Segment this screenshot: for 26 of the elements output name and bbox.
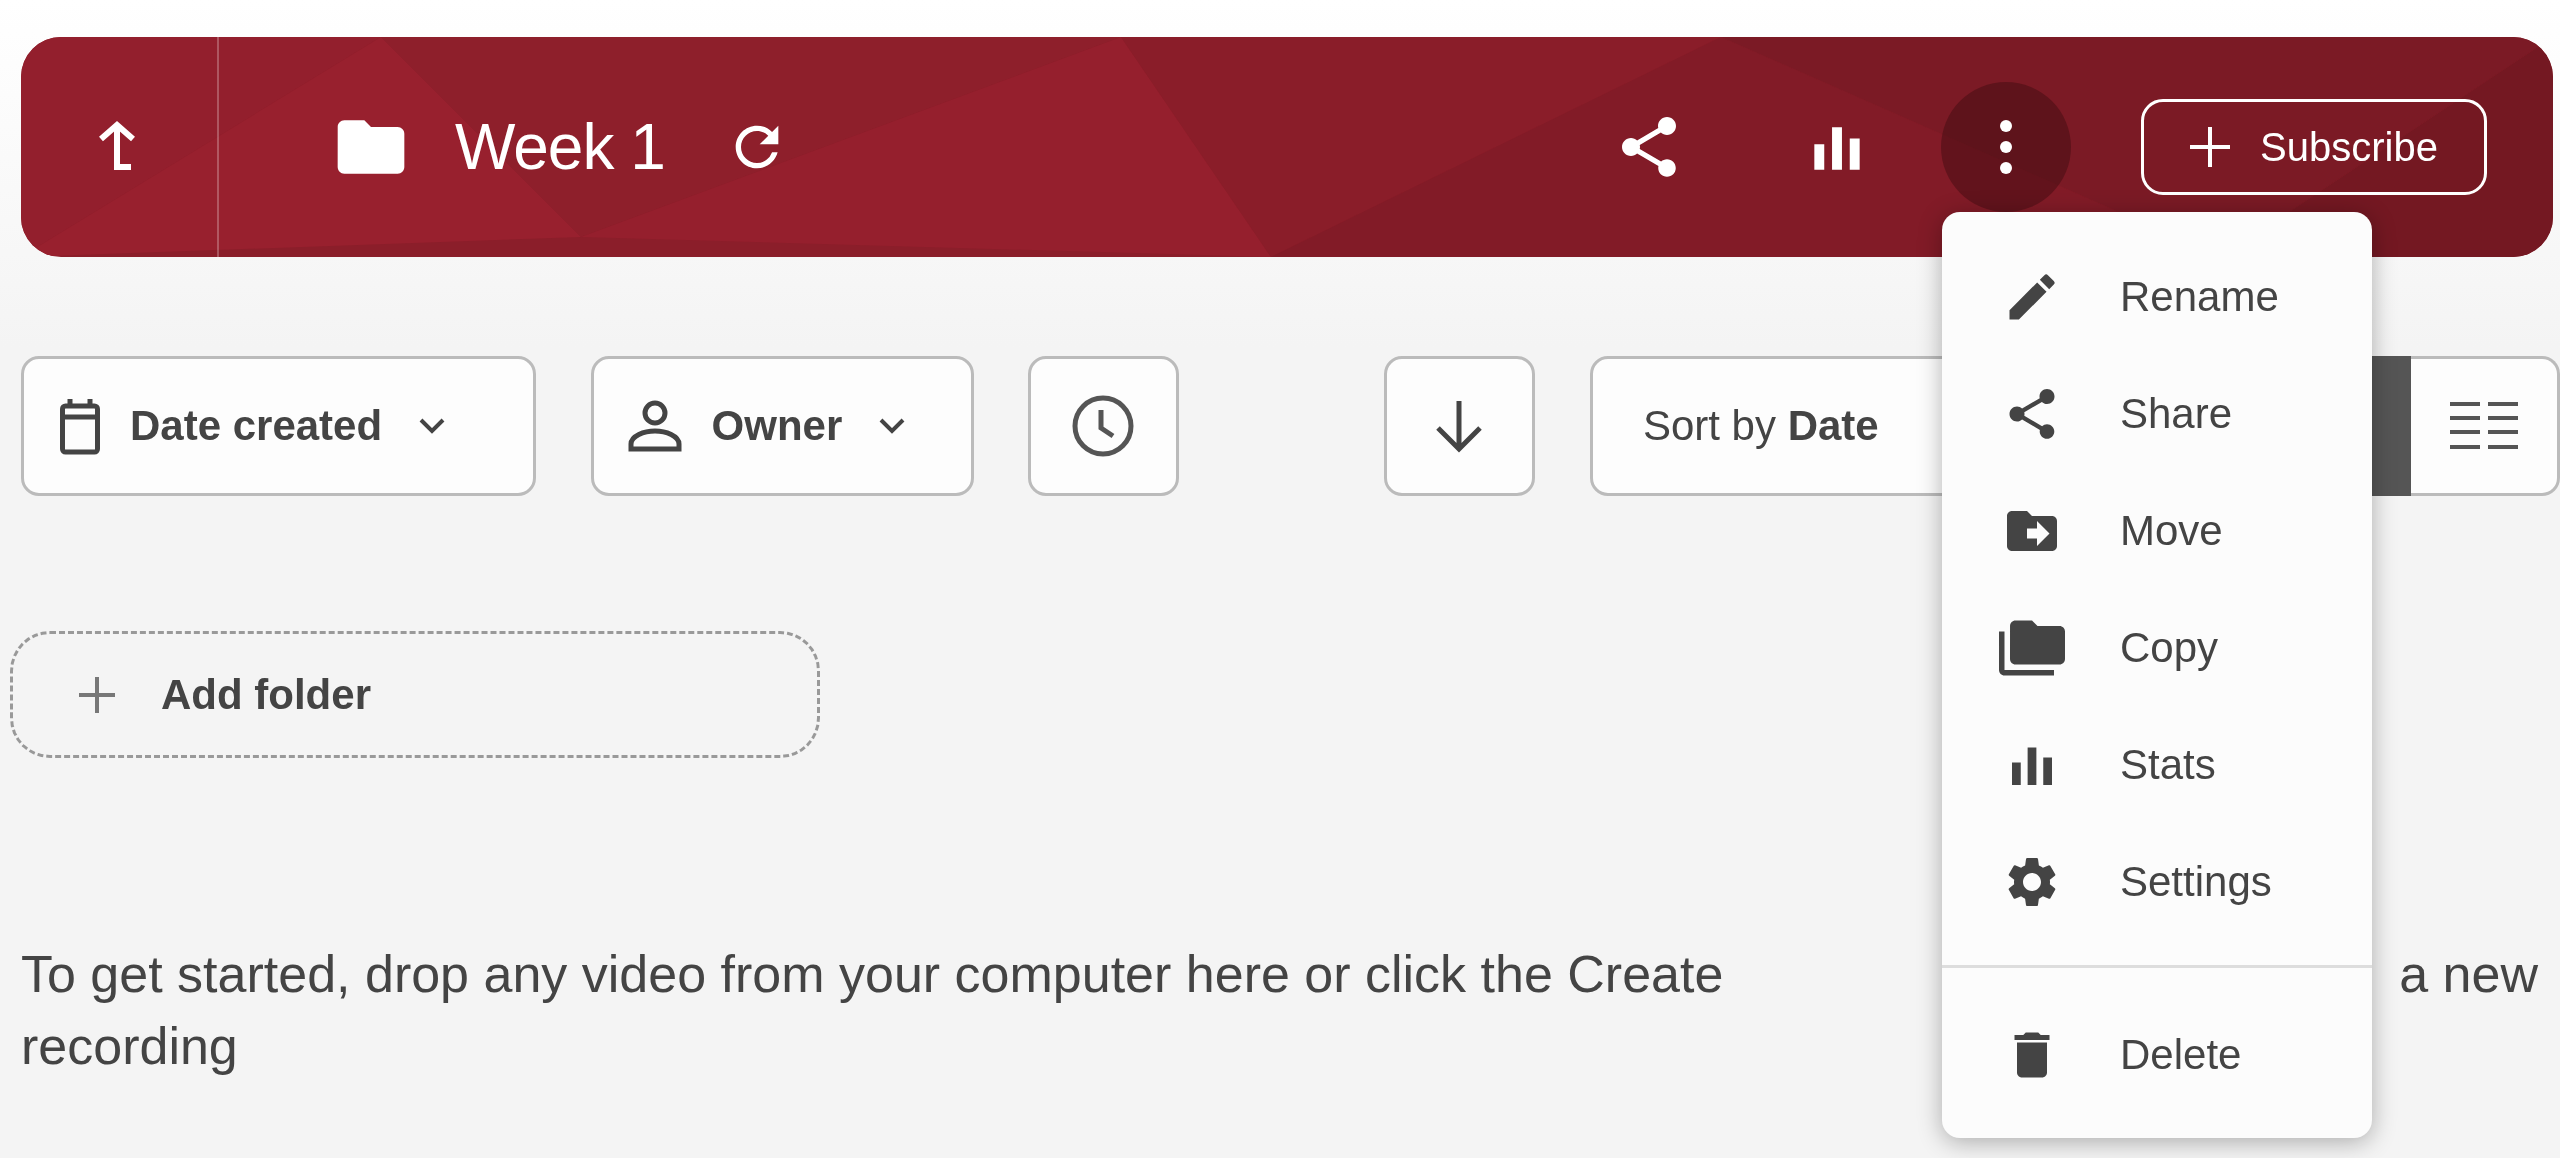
list-view-icon — [2449, 402, 2518, 450]
chevron-down-icon — [418, 417, 447, 435]
clock-icon — [1071, 394, 1136, 458]
chevron-down-icon — [878, 417, 907, 435]
menu-item[interactable]: Copy — [1942, 589, 2372, 706]
plus-icon — [77, 674, 117, 715]
list-view-button[interactable] — [2410, 356, 2560, 496]
folder-title: Week 1 — [455, 110, 665, 184]
add-folder-button[interactable]: Add folder — [10, 631, 820, 758]
empty-message: recording — [21, 1016, 238, 1077]
subscribe-button[interactable]: Subscribe — [2141, 99, 2487, 195]
date-filter[interactable]: Date created — [21, 356, 536, 496]
menu-item[interactable]: Delete — [1942, 996, 2372, 1113]
owner-filter[interactable]: Owner — [590, 356, 974, 496]
more-vertical-icon — [1999, 119, 2013, 175]
menu-item[interactable]: Stats — [1942, 706, 2372, 823]
calendar-icon — [60, 397, 100, 455]
arrow-down-icon — [1434, 399, 1485, 453]
time-filter[interactable] — [1027, 356, 1179, 496]
empty-message: a new — [2399, 944, 2538, 1005]
sort-direction-button[interactable] — [1383, 356, 1535, 496]
menu-item[interactable]: Rename — [1942, 238, 2372, 355]
empty-message: To get started, drop any video from your computer here or click the Create — [21, 944, 1724, 1005]
person-icon — [627, 399, 682, 453]
plus-icon — [2190, 127, 2231, 167]
menu-item[interactable]: Settings — [1942, 823, 2372, 940]
